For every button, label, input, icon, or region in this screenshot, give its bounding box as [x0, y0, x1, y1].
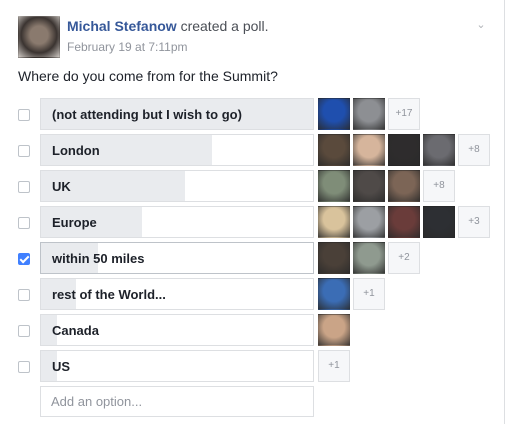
more-voters-count[interactable]: +1 [353, 278, 385, 310]
poll-option-bar[interactable]: Europe [40, 206, 314, 238]
more-voters-count[interactable]: +3 [458, 206, 490, 238]
poll-option-row: US +1 [18, 350, 498, 382]
poll-option-bar[interactable]: within 50 miles [40, 242, 314, 274]
voter-facepile: +3 [318, 206, 493, 238]
poll-option-row: (not attending but I wish to go) +17 [18, 98, 498, 130]
voter-facepile: +8 [318, 134, 493, 166]
post-action-text: created a poll. [176, 18, 269, 34]
author-avatar[interactable] [18, 16, 60, 58]
voter-avatar-12[interactable] [353, 242, 385, 274]
poll-option-bar[interactable]: UK [40, 170, 314, 202]
poll-option-label: London [52, 143, 100, 158]
poll-option-row: rest of the World... +1 [18, 278, 498, 310]
poll-option-checkbox[interactable] [18, 361, 30, 373]
voter-avatar-13[interactable] [318, 278, 350, 310]
voter-avatar-1[interactable] [318, 134, 350, 166]
poll-option-bar[interactable]: Canada [40, 314, 314, 346]
voter-avatar-2[interactable] [353, 134, 385, 166]
poll-question: Where do you come from for the Summit? [18, 68, 278, 84]
poll-option-label: US [52, 359, 71, 374]
poll-option-checkbox[interactable] [18, 217, 30, 229]
voter-facepile: +8 [318, 170, 458, 202]
voter-avatar-6[interactable] [353, 170, 385, 202]
poll-option-row: London +8 [18, 134, 498, 166]
author-name-link[interactable]: Michal Stefanow [67, 18, 177, 34]
voter-avatar-3[interactable] [388, 134, 420, 166]
author-line: Michal Stefanow created a poll. [67, 18, 269, 34]
poll-option-row: within 50 miles +2 [18, 242, 498, 274]
poll-post-card: Michal Stefanow created a poll. February… [0, 0, 505, 424]
voter-facepile: +17 [318, 98, 423, 130]
voter-avatar-man[interactable] [353, 98, 385, 130]
post-header: Michal Stefanow created a poll. February… [18, 16, 488, 60]
poll-option-row: Canada [18, 314, 498, 346]
poll-option-row: UK +8 [18, 170, 498, 202]
voter-facepile [318, 314, 353, 346]
poll-option-checkbox[interactable] [18, 181, 30, 193]
voter-avatar-8[interactable] [318, 206, 350, 238]
more-voters-count[interactable]: +17 [388, 98, 420, 130]
voter-avatar-9[interactable] [353, 206, 385, 238]
poll-option-label: rest of the World... [52, 287, 166, 302]
voter-avatar-4[interactable] [423, 134, 455, 166]
voter-avatar-blue[interactable] [318, 98, 350, 130]
post-timestamp[interactable]: February 19 at 7:11pm [67, 40, 188, 54]
voter-avatar-10[interactable] [388, 206, 420, 238]
voter-avatar-7[interactable] [388, 170, 420, 202]
poll-option-label: within 50 miles [52, 251, 145, 266]
poll-option-bar[interactable]: London [40, 134, 314, 166]
poll-option-checkbox[interactable] [18, 325, 30, 337]
more-voters-count[interactable]: +1 [318, 350, 350, 382]
poll-option-label: UK [52, 179, 71, 194]
poll-option-checkbox[interactable] [18, 253, 30, 265]
voter-avatar-14[interactable] [318, 314, 350, 346]
poll-option-row: Europe +3 [18, 206, 498, 238]
voter-facepile: +2 [318, 242, 423, 274]
voter-facepile: +1 [318, 350, 353, 382]
poll-option-bar[interactable]: (not attending but I wish to go) [40, 98, 314, 130]
poll-option-label: Europe [52, 215, 97, 230]
chevron-down-icon[interactable]: ⌄ [474, 18, 488, 32]
voter-facepile: +1 [318, 278, 388, 310]
more-voters-count[interactable]: +2 [388, 242, 420, 274]
voter-avatar-5[interactable] [318, 170, 350, 202]
poll-option-checkbox[interactable] [18, 109, 30, 121]
voter-avatar-11[interactable] [423, 206, 455, 238]
poll-option-bar[interactable]: rest of the World... [40, 278, 314, 310]
poll-option-checkbox[interactable] [18, 289, 30, 301]
more-voters-count[interactable]: +8 [423, 170, 455, 202]
poll-option-label: Canada [52, 323, 99, 338]
poll-option-bar[interactable]: US [40, 350, 314, 382]
more-voters-count[interactable]: +8 [458, 134, 490, 166]
poll-option-label: (not attending but I wish to go) [52, 107, 242, 122]
add-option-input[interactable] [40, 386, 314, 417]
poll-option-checkbox[interactable] [18, 145, 30, 157]
voter-avatar-self[interactable] [318, 242, 350, 274]
